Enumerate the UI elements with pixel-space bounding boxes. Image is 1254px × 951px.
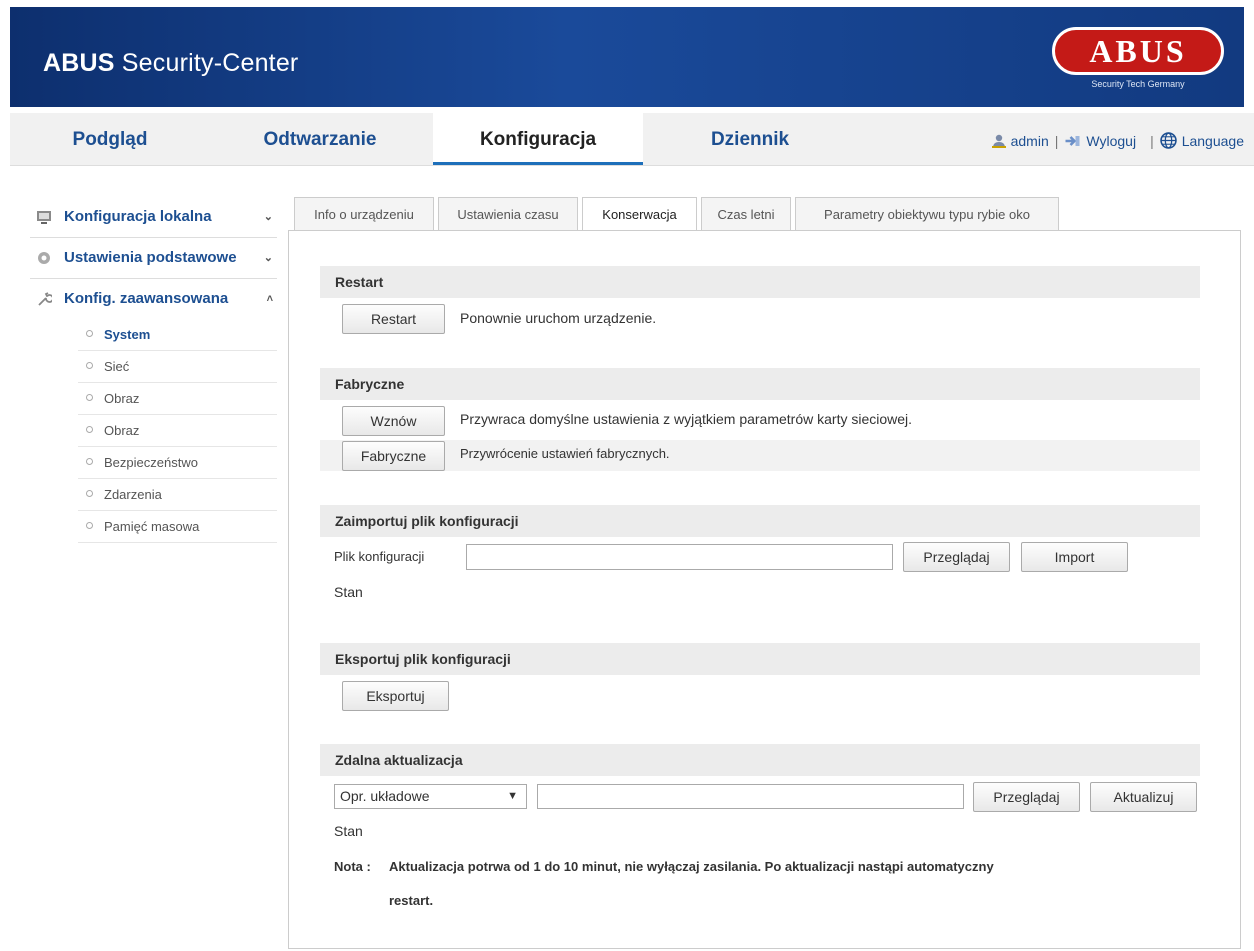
chevron-up-icon: ˄ <box>266 293 273 305</box>
export-button[interactable]: Eksportuj <box>342 681 449 711</box>
tab-konfiguracja[interactable]: Konfiguracja <box>433 113 643 165</box>
monitor-icon <box>37 211 51 224</box>
user-icon <box>991 134 1006 148</box>
app-title: ABUS Security-Center <box>43 49 299 77</box>
sidebar-item-system[interactable]: System <box>78 319 277 351</box>
update-status-label: Stan <box>334 823 363 839</box>
sidebar-group-basic-settings[interactable]: Ustawienia podstawowe ⌄ <box>30 238 277 279</box>
section-remote-update-heading: Zdalna aktualizacja <box>320 744 1200 776</box>
section-factory-heading: Fabryczne <box>320 368 1200 400</box>
firmware-type-select[interactable]: Opr. układowe ▼ <box>334 784 527 809</box>
user-bar: admin | Wyloguj | Language <box>991 113 1244 165</box>
restore-description: Przywraca domyślne ustawienia z wyjątkie… <box>460 411 913 427</box>
sidebar-item-events[interactable]: Zdarzenia <box>78 479 277 511</box>
tab-dst[interactable]: Czas letni <box>701 197 791 230</box>
logout-link[interactable]: Wyloguj <box>1086 133 1136 149</box>
sidebar-item-network[interactable]: Sieć <box>78 351 277 383</box>
chevron-down-icon: ⌄ <box>263 211 273 223</box>
note-text-line2: restart. <box>389 893 434 908</box>
user-name: admin <box>1010 133 1049 149</box>
chevron-down-icon: ⌄ <box>263 252 273 264</box>
main-nav: Podgląd Odtwarzanie Konfiguracja Dzienni… <box>10 113 1254 166</box>
content-panel <box>288 230 1241 949</box>
restart-button[interactable]: Restart <box>342 304 445 334</box>
sidebar-group-advanced-config[interactable]: Konfig. zaawansowana ˄ <box>30 279 277 319</box>
import-status-label: Stan <box>334 584 363 600</box>
sidebar-group-local-config[interactable]: Konfiguracja lokalna ⌄ <box>30 197 277 238</box>
import-button[interactable]: Import <box>1021 542 1128 572</box>
tab-odtwarzanie[interactable]: Odtwarzanie <box>210 113 430 165</box>
note-text: Aktualizacja potrwa od 1 do 10 minut, ni… <box>389 859 994 874</box>
tab-maintenance[interactable]: Konserwacja <box>582 197 697 231</box>
update-file-field[interactable] <box>537 784 964 809</box>
sidebar: Konfiguracja lokalna ⌄ Ustawienia podsta… <box>30 197 277 543</box>
dropdown-arrow-icon: ▼ <box>507 790 518 802</box>
config-file-field[interactable] <box>466 544 893 570</box>
app-header: ABUS Security-Center ABUS Security Tech … <box>10 7 1244 107</box>
tab-dziennik[interactable]: Dziennik <box>650 113 850 165</box>
factory-reset-description: Przywrócenie ustawień fabrycznych. <box>460 446 670 461</box>
section-import-heading: Zaimportuj plik konfiguracji <box>320 505 1200 537</box>
update-browse-button[interactable]: Przeglądaj <box>973 782 1080 812</box>
sidebar-item-storage[interactable]: Pamięć masowa <box>78 511 277 543</box>
tab-time-settings[interactable]: Ustawienia czasu <box>438 197 578 230</box>
tab-device-info[interactable]: Info o urządzeniu <box>294 197 434 230</box>
config-file-label: Plik konfiguracji <box>334 549 425 564</box>
sidebar-item-image-2[interactable]: Obraz <box>78 415 277 447</box>
section-export-heading: Eksportuj plik konfiguracji <box>320 643 1200 675</box>
globe-icon <box>1159 132 1177 149</box>
factory-row-shade <box>320 440 1200 471</box>
factory-reset-button[interactable]: Fabryczne <box>342 441 445 471</box>
restart-description: Ponownie uruchom urządzenie. <box>460 310 657 326</box>
update-button[interactable]: Aktualizuj <box>1090 782 1197 812</box>
sidebar-item-image[interactable]: Obraz <box>78 383 277 415</box>
gear-icon <box>38 252 50 264</box>
tab-podglad[interactable]: Podgląd <box>10 113 210 165</box>
sidebar-item-security[interactable]: Bezpieczeństwo <box>78 447 277 479</box>
section-restart-heading: Restart <box>320 266 1200 298</box>
language-link[interactable]: Language <box>1182 133 1244 149</box>
tab-fisheye-params[interactable]: Parametry obiektywu typu rybie oko <box>795 197 1059 230</box>
abus-logo: ABUS Security Tech Germany <box>1052 27 1224 89</box>
wrench-icon <box>38 292 52 306</box>
restore-button[interactable]: Wznów <box>342 406 445 436</box>
import-browse-button[interactable]: Przeglądaj <box>903 542 1010 572</box>
logout-icon <box>1065 136 1080 146</box>
note-label: Nota : <box>334 859 371 874</box>
